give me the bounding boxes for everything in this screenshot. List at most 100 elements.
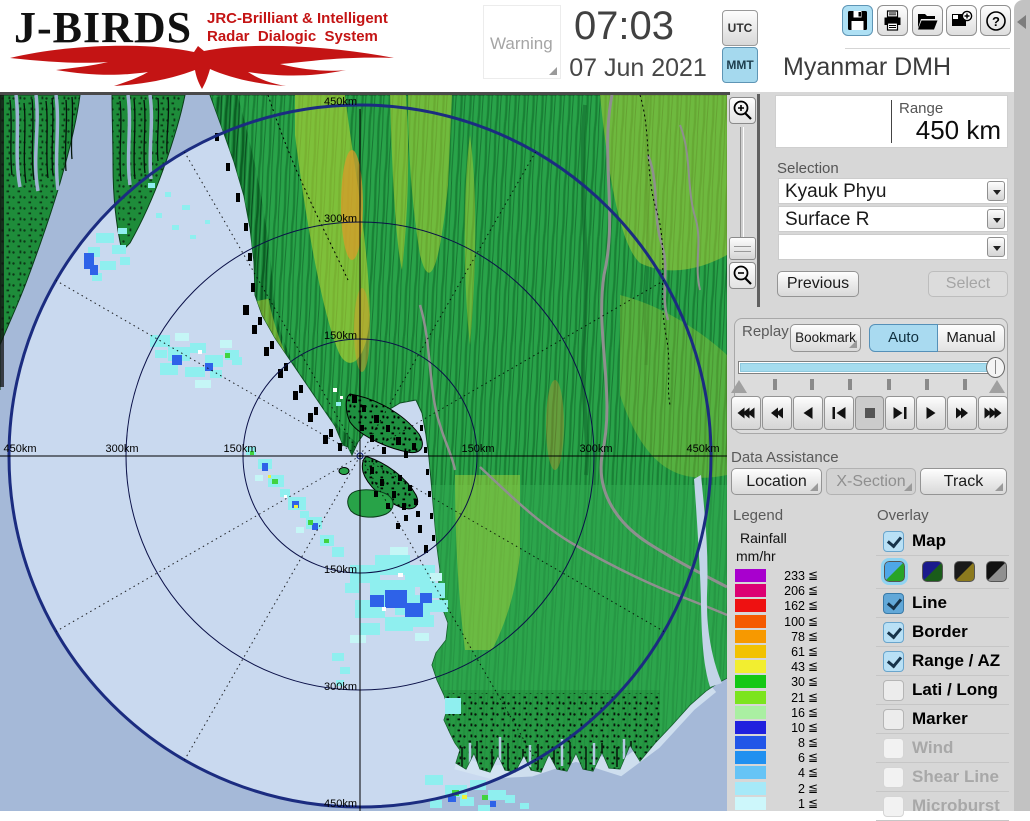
fast-rewind-button[interactable] [731,396,761,430]
mmt-button[interactable]: MMT [722,47,758,83]
map-style-option[interactable] [884,561,905,582]
overlay-item-range-az[interactable]: Range / AZ [876,647,1009,676]
product-dropdown-value: Surface R [785,209,869,231]
map-style-option[interactable] [954,561,975,582]
range-value: 450 km [891,115,1001,146]
legend-row: 16≦ [733,705,833,720]
zoom-out-icon [730,263,755,288]
legend-row: 1≦ [733,796,833,811]
previous-button[interactable]: Previous [777,271,859,297]
checkbox[interactable] [883,709,904,730]
zoom-out-button[interactable] [729,262,756,289]
zoom-in-button[interactable] [729,97,756,124]
legend-lte-symbol: ≦ [808,765,818,779]
panel-collapse-strip[interactable] [1014,0,1030,811]
product-dropdown-arrow[interactable] [987,209,1005,229]
forward-button[interactable] [947,396,977,430]
legend-lte-symbol: ≦ [808,659,818,673]
overlay-item-shear-line[interactable]: Shear Line [876,763,1009,792]
collapse-arrow-icon [1017,15,1026,29]
legend-row: 233≦ [733,568,833,583]
overlay-item-line[interactable]: Line [876,589,1009,618]
legend-row: 2≦ [733,781,833,796]
map-style-swatches [876,556,1009,589]
track-button[interactable]: Track [920,468,1007,495]
site-dropdown[interactable]: Kyauk Phyu [778,178,1008,204]
fast-forward-button[interactable] [978,396,1008,430]
manual-button[interactable]: Manual [938,324,1005,352]
legend-value: 78 [771,630,805,644]
ring-label: 150km [324,564,357,576]
help-button[interactable]: ? [980,5,1011,36]
play-reverse-button[interactable] [793,396,823,430]
select-button[interactable]: Select [928,271,1008,297]
ring-label: 150km [223,443,256,455]
map-style-option[interactable] [986,561,1007,582]
map-style-option[interactable] [922,561,943,582]
open-folder-icon [917,10,938,31]
ring-label: 150km [461,443,494,455]
overlay-item-wind[interactable]: Wind [876,734,1009,763]
zoom-in-icon [730,98,755,123]
rewind-button[interactable] [762,396,792,430]
step-last-icon [894,407,907,419]
data-assistance-label: Data Assistance [731,449,839,466]
radar-map[interactable]: 450km300km150km150km300km450km450km300km… [0,95,727,811]
legend-swatch [735,660,766,673]
overlay-item-label: Shear Line [912,767,999,787]
overlay-item-label: Line [912,593,947,613]
overlay-item-marker[interactable]: Marker [876,705,1009,734]
zoom-slider-handle[interactable] [729,237,756,260]
play-button[interactable] [916,396,946,430]
legend-row: 43≦ [733,659,833,674]
extra-dropdown[interactable] [778,234,1008,260]
legend-swatch [735,691,766,704]
open-folder-button[interactable] [912,5,943,36]
capture-icon [951,10,973,32]
save-button[interactable] [842,5,873,36]
step-last-button[interactable] [885,396,915,430]
legend-lte-symbol: ≦ [808,568,818,582]
replay-slider-handle[interactable] [986,357,1005,378]
legend-value: 4 [771,766,805,780]
legend-label: Legend [733,507,783,524]
utc-button[interactable]: UTC [722,10,758,46]
checkbox[interactable] [883,593,904,614]
location-button[interactable]: Location [731,468,822,495]
forward-icon [956,408,968,419]
step-first-button[interactable] [824,396,854,430]
legend-swatch [735,584,766,597]
capture-button[interactable] [946,5,977,36]
rewind-icon [771,408,783,419]
print-button[interactable] [877,5,908,36]
warning-button[interactable]: Warning [483,5,561,79]
overlay-item-border[interactable]: Border [876,618,1009,647]
checkbox[interactable] [883,738,904,759]
legend-value: 6 [771,751,805,765]
product-dropdown[interactable]: Surface R [778,206,1008,232]
checkbox[interactable] [883,680,904,701]
site-dropdown-arrow[interactable] [987,181,1005,201]
replay-slider-track[interactable] [738,361,1003,374]
checkbox[interactable] [883,622,904,643]
replay-label: Replay [742,323,789,340]
legend-lte-symbol: ≦ [808,720,818,734]
legend-swatch [735,569,766,582]
x-section-button[interactable]: X-Section [826,468,916,495]
extra-dropdown-arrow[interactable] [987,237,1005,257]
overlay-item-map[interactable]: Map [876,527,1009,556]
bookmark-button[interactable]: Bookmark [790,324,861,352]
stop-icon [865,408,875,418]
checkbox[interactable] [883,651,904,672]
checkbox[interactable] [883,767,904,788]
legend-lte-symbol: ≦ [808,583,818,597]
stop-button[interactable] [855,396,885,430]
overlay-item-microburst[interactable]: Microburst [876,792,1009,821]
overlay-list: Map Line BorderRange / AZLati / LongMarker… [876,527,1009,821]
ring-label: 300km [579,443,612,455]
legend-swatch [735,797,766,810]
overlay-item-lati-long[interactable]: Lati / Long [876,676,1009,705]
checkbox[interactable] [883,796,904,817]
auto-button[interactable]: Auto [869,324,938,352]
checkbox[interactable] [883,531,904,552]
